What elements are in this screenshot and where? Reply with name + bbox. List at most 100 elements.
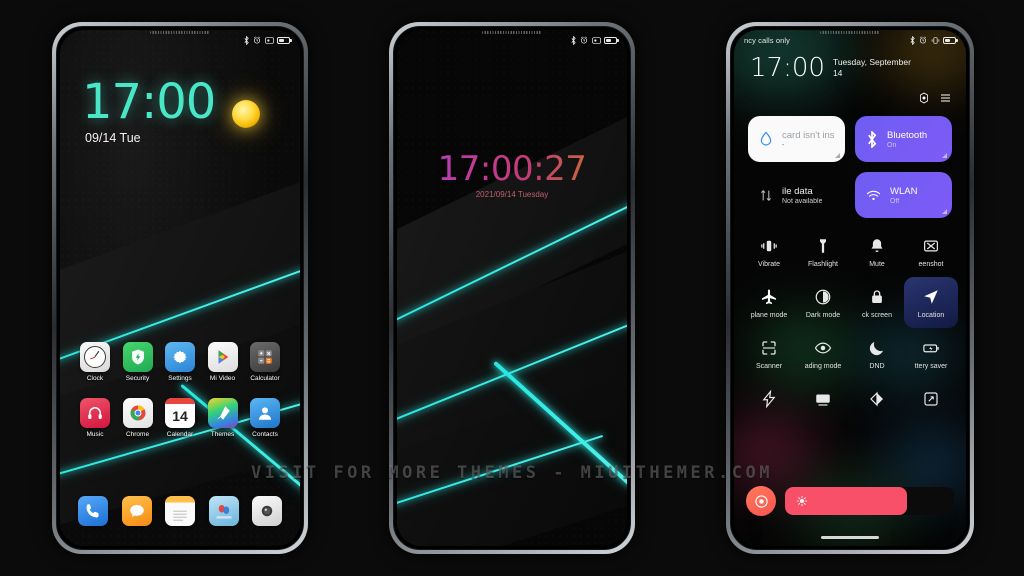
calculator-icon	[250, 342, 280, 372]
tile-lightning[interactable]	[742, 379, 796, 414]
notes-icon[interactable]	[165, 496, 195, 526]
status-bar-icons	[909, 35, 958, 45]
control-center-bottom-bar	[734, 486, 966, 516]
tile-row: ile data Not available WLAN Off	[748, 172, 952, 218]
tile-mobile-data[interactable]: ile data Not available	[748, 172, 845, 218]
gear-icon	[165, 342, 195, 372]
quick-settings-large-tiles: card isn't insta - Bluetooth On	[734, 116, 966, 218]
app-calculator[interactable]: Calculator	[246, 342, 284, 382]
tile-cast-screen[interactable]	[796, 379, 850, 414]
shield-icon	[122, 342, 153, 372]
app-label: Mi Video	[209, 375, 236, 382]
earpiece-speaker	[820, 31, 880, 34]
paintbrush-icon	[207, 398, 238, 428]
tile-scanner[interactable]: Scanner	[742, 328, 796, 379]
battery-icon	[943, 36, 958, 44]
dock	[60, 496, 300, 526]
app-label: Music	[86, 431, 104, 438]
app-calendar[interactable]: 14 Calendar	[161, 398, 199, 438]
clock-app-icon	[80, 342, 110, 372]
tile-reading-mode[interactable]: ading mode	[796, 328, 850, 379]
tile-label: Mute	[869, 261, 885, 268]
app-label: Contacts	[252, 431, 278, 438]
tile-bluetooth[interactable]: Bluetooth On	[855, 116, 952, 162]
tile-label: DND	[869, 363, 885, 370]
cast-screen-icon	[814, 390, 832, 408]
location-arrow-icon	[922, 288, 940, 306]
phone-handset-icon[interactable]	[78, 496, 108, 526]
tile-expand[interactable]	[904, 379, 958, 414]
person-icon	[250, 398, 280, 428]
tile-sim-card[interactable]: card isn't insta -	[748, 116, 845, 162]
camera-icon[interactable]	[252, 496, 282, 526]
app-contacts[interactable]: Contacts	[246, 398, 284, 438]
small-tile-row-2: plane mode Dark mode ck screen Location	[742, 277, 958, 328]
tile-row: card isn't insta - Bluetooth On	[748, 116, 952, 162]
brightness-slider-fill	[785, 487, 907, 515]
tile-expand-corner[interactable]	[942, 209, 947, 214]
contrast-circle-icon	[814, 288, 832, 306]
tile-lock-screen[interactable]: ck screen	[850, 277, 904, 328]
brightness-slider[interactable]	[785, 487, 954, 515]
app-music[interactable]: Music	[76, 398, 114, 438]
lock-clock-time: 17:00:27	[397, 152, 627, 186]
tile-expand-corner[interactable]	[942, 153, 947, 158]
menu-icon[interactable]	[939, 92, 952, 104]
tile-title: WLAN	[890, 185, 918, 197]
app-mi-video[interactable]: Mi Video	[204, 342, 242, 382]
speech-bubble-icon[interactable]	[121, 496, 152, 526]
airplane-icon	[760, 288, 778, 306]
calendar-icon: 14	[165, 398, 195, 428]
tile-airplane-mode[interactable]: plane mode	[742, 277, 796, 328]
tile-label: Scanner	[755, 363, 783, 370]
app-settings[interactable]: Settings	[161, 342, 199, 382]
tile-wlan[interactable]: WLAN Off	[855, 172, 952, 218]
app-chrome[interactable]: Chrome	[119, 398, 157, 438]
tile-expand-corner[interactable]	[835, 153, 840, 158]
app-clock[interactable]: Clock	[76, 342, 114, 382]
tile-dnd[interactable]: DND	[850, 328, 904, 379]
expand-icon	[922, 390, 940, 408]
eye-icon	[814, 339, 832, 357]
tile-label: ck screen	[862, 312, 892, 319]
app-grid: Clock Security Settings Mi Video Calcula…	[60, 342, 300, 438]
app-label: Chrome	[125, 431, 150, 438]
tile-screenshot[interactable]: eenshot	[904, 226, 958, 277]
bluetooth-icon	[570, 35, 577, 45]
tile-vibrate[interactable]: Vibrate	[742, 226, 796, 277]
app-themes[interactable]: Themes	[204, 398, 242, 438]
tile-title: Bluetooth	[887, 129, 928, 141]
tile-subtitle: On	[887, 141, 897, 149]
tile-subtitle: Not available	[782, 197, 823, 205]
tile-flashlight[interactable]: Flashlight	[796, 226, 850, 277]
bluetooth-icon	[866, 130, 878, 148]
app-security[interactable]: Security	[119, 342, 157, 382]
lock-clock-date: 2021/09/14 Tuesday	[475, 190, 549, 199]
tile-dark-mode[interactable]: Dark mode	[796, 277, 850, 328]
tile-mute[interactable]: Mute	[850, 226, 904, 277]
gear-icon[interactable]	[918, 92, 930, 104]
clock-date: 09/14 Tue	[85, 131, 141, 145]
header-actions	[918, 92, 952, 104]
tile-label: ttery saver	[914, 363, 948, 370]
gallery-icon[interactable]	[208, 496, 239, 526]
calendar-date-number: 14	[172, 407, 188, 424]
app-label: Calendar	[166, 431, 194, 438]
control-center-header: 17:00 Tuesday, September 14	[734, 53, 966, 104]
tile-subtitle: Off	[890, 197, 900, 205]
earpiece-speaker	[150, 31, 210, 34]
sim-icon	[591, 36, 601, 44]
screen-record-icon[interactable]	[746, 486, 776, 516]
header-date: Tuesday, September 14	[832, 57, 911, 79]
tile-battery-saver[interactable]: ttery saver	[904, 328, 958, 379]
bell-icon	[868, 237, 886, 255]
tile-subtitle: -	[782, 141, 785, 149]
quick-settings-small-grid: Vibrate Flashlight Mute eenshot plane mo…	[734, 226, 966, 414]
tile-color-mode[interactable]	[850, 379, 904, 414]
screenshot-root: 17:00 09/14 Tue Clock Security Settings …	[0, 0, 1024, 576]
header-time: 17:00	[750, 53, 825, 83]
lock-clock-widget: 17:00:27 2021/09/14 Tuesday	[397, 152, 627, 199]
home-gesture-bar[interactable]	[821, 536, 879, 539]
tile-location[interactable]: Location	[904, 277, 958, 328]
lightning-icon	[760, 390, 778, 408]
